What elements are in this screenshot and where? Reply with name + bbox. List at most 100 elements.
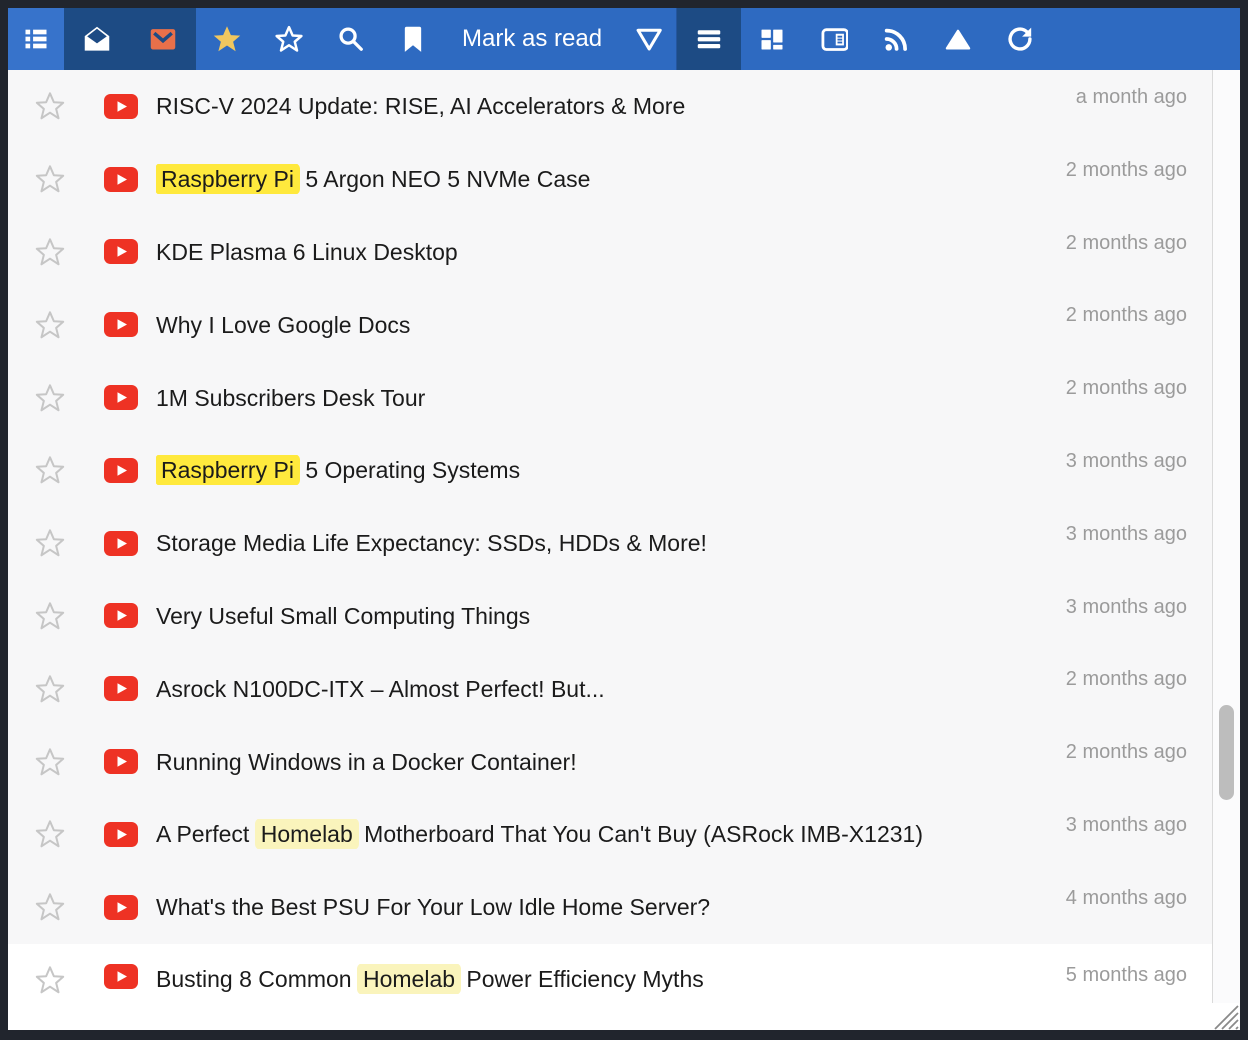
article-row[interactable]: Raspberry Pi 5 Operating Systems 3 month…	[8, 434, 1212, 507]
article-row[interactable]: Raspberry Pi 5 Argon NEO 5 NVMe Case 2 m…	[8, 143, 1212, 216]
rss-reader-window: Mark as read	[8, 8, 1240, 1030]
scroll-top-button[interactable]	[927, 8, 989, 70]
star-toggle-icon[interactable]	[34, 236, 66, 268]
star-toggle-icon[interactable]	[34, 818, 66, 850]
article-title: A Perfect Homelab Motherboard That You C…	[156, 819, 1052, 849]
article-title: Running Windows in a Docker Container!	[156, 747, 1052, 777]
youtube-icon	[104, 676, 138, 701]
card-layout-icon	[820, 25, 848, 53]
article-time: a month ago	[1076, 86, 1187, 109]
title-text: Very Useful Small Computing Things	[156, 603, 530, 629]
refresh-icon	[1006, 25, 1034, 53]
article-row[interactable]: Very Useful Small Computing Things 3 mon…	[8, 580, 1212, 653]
star-toggle-icon[interactable]	[34, 673, 66, 705]
star-toggle-icon[interactable]	[34, 382, 66, 414]
search-highlight: Homelab	[255, 819, 359, 849]
star-toggle-icon[interactable]	[34, 527, 66, 559]
star-toggle-icon[interactable]	[34, 454, 66, 486]
article-row[interactable]: Storage Media Life Expectancy: SSDs, HDD…	[8, 507, 1212, 580]
article-row[interactable]: Asrock N100DC-ITX – Almost Perfect! But.…	[8, 652, 1212, 725]
rss-button[interactable]	[865, 8, 927, 70]
list-layout-button[interactable]	[677, 8, 741, 70]
star-toggle-icon[interactable]	[34, 163, 66, 195]
unread-filter-button[interactable]	[130, 8, 196, 70]
article-time: 2 months ago	[1066, 741, 1187, 764]
title-text: RISC-V 2024 Update: RISE, AI Accelerator…	[156, 93, 685, 119]
list-view-icon	[22, 25, 50, 53]
unread-envelope-icon	[149, 25, 177, 53]
article-row[interactable]: 1M Subscribers Desk Tour 2 months ago	[8, 361, 1212, 434]
scroll-top-icon	[944, 25, 972, 53]
article-time: 3 months ago	[1066, 814, 1187, 837]
star-toggle-icon[interactable]	[34, 90, 66, 122]
resize-grip-icon	[1212, 1003, 1239, 1030]
article-title: KDE Plasma 6 Linux Desktop	[156, 237, 1052, 267]
star-toggle-icon[interactable]	[34, 309, 66, 341]
window-frame: Mark as read	[0, 0, 1248, 1040]
title-text: Storage Media Life Expectancy: SSDs, HDD…	[156, 530, 707, 556]
grid-layout-icon	[758, 25, 786, 53]
bookmark-button[interactable]	[382, 8, 444, 70]
search-highlight: Raspberry Pi	[156, 455, 300, 485]
star-toggle-icon[interactable]	[34, 746, 66, 778]
content-area: RISC-V 2024 Update: RISE, AI Accelerator…	[8, 70, 1240, 1030]
scrollbar-thumb[interactable]	[1219, 705, 1234, 800]
read-filter-button[interactable]	[64, 8, 130, 70]
article-row[interactable]: A Perfect Homelab Motherboard That You C…	[8, 798, 1212, 871]
article-row[interactable]: Running Windows in a Docker Container! 2…	[8, 725, 1212, 798]
title-text: Why I Love Google Docs	[156, 312, 410, 338]
article-row[interactable]: What's the Best PSU For Your Low Idle Ho…	[8, 871, 1212, 944]
youtube-icon	[104, 822, 138, 847]
article-title: Raspberry Pi 5 Argon NEO 5 NVMe Case	[156, 164, 1052, 194]
rss-icon	[882, 25, 910, 53]
youtube-icon	[104, 167, 138, 192]
youtube-icon	[104, 312, 138, 337]
refresh-button[interactable]	[989, 8, 1051, 70]
youtube-icon	[104, 531, 138, 556]
mark-as-read-button[interactable]: Mark as read	[444, 8, 620, 70]
title-text: A Perfect	[156, 821, 256, 847]
youtube-icon	[104, 458, 138, 483]
article-time: 3 months ago	[1066, 450, 1187, 473]
title-text: 5 Operating Systems	[299, 457, 520, 483]
article-title: 1M Subscribers Desk Tour	[156, 383, 1052, 413]
title-text: What's the Best PSU For Your Low Idle Ho…	[156, 894, 710, 920]
article-row[interactable]: KDE Plasma 6 Linux Desktop 2 months ago	[8, 216, 1212, 289]
starred-filter-button[interactable]	[196, 8, 258, 70]
card-layout-button[interactable]	[803, 8, 865, 70]
article-row[interactable]: RISC-V 2024 Update: RISE, AI Accelerator…	[8, 70, 1212, 143]
article-title: RISC-V 2024 Update: RISE, AI Accelerator…	[156, 91, 1062, 121]
star-toggle-icon[interactable]	[34, 600, 66, 632]
star-toggle-icon[interactable]	[34, 964, 66, 996]
grid-layout-button[interactable]	[741, 8, 803, 70]
article-row[interactable]: Busting 8 Common Homelab Power Efficienc…	[8, 944, 1212, 1030]
filter-funnel-icon	[634, 25, 662, 53]
unstarred-filter-button[interactable]	[258, 8, 320, 70]
search-button[interactable]	[320, 8, 382, 70]
search-icon	[337, 25, 365, 53]
youtube-icon	[104, 94, 138, 119]
youtube-icon	[104, 749, 138, 774]
list-layout-icon	[694, 24, 724, 54]
youtube-icon	[104, 895, 138, 920]
article-title: Storage Media Life Expectancy: SSDs, HDD…	[156, 528, 1052, 558]
article-row[interactable]: Why I Love Google Docs 2 months ago	[8, 288, 1212, 361]
title-text: Running Windows in a Docker Container!	[156, 749, 577, 775]
starred-filter-icon	[212, 24, 242, 54]
search-highlight: Raspberry Pi	[156, 164, 300, 194]
title-text: Busting 8 Common	[156, 966, 358, 992]
article-title: Asrock N100DC-ITX – Almost Perfect! But.…	[156, 674, 1052, 704]
youtube-icon	[104, 603, 138, 628]
resize-grip[interactable]	[1212, 1003, 1239, 1030]
star-toggle-icon[interactable]	[34, 891, 66, 923]
filter-button[interactable]	[620, 8, 676, 70]
youtube-icon	[104, 964, 138, 989]
search-highlight: Homelab	[357, 964, 461, 994]
article-title: Busting 8 Common Homelab Power Efficienc…	[156, 964, 1052, 994]
scrollbar-track[interactable]	[1212, 70, 1240, 1030]
article-title: Raspberry Pi 5 Operating Systems	[156, 455, 1052, 485]
article-time: 2 months ago	[1066, 159, 1187, 182]
article-time: 5 months ago	[1066, 964, 1187, 987]
list-view-button[interactable]	[8, 8, 64, 70]
article-title: Very Useful Small Computing Things	[156, 601, 1052, 631]
